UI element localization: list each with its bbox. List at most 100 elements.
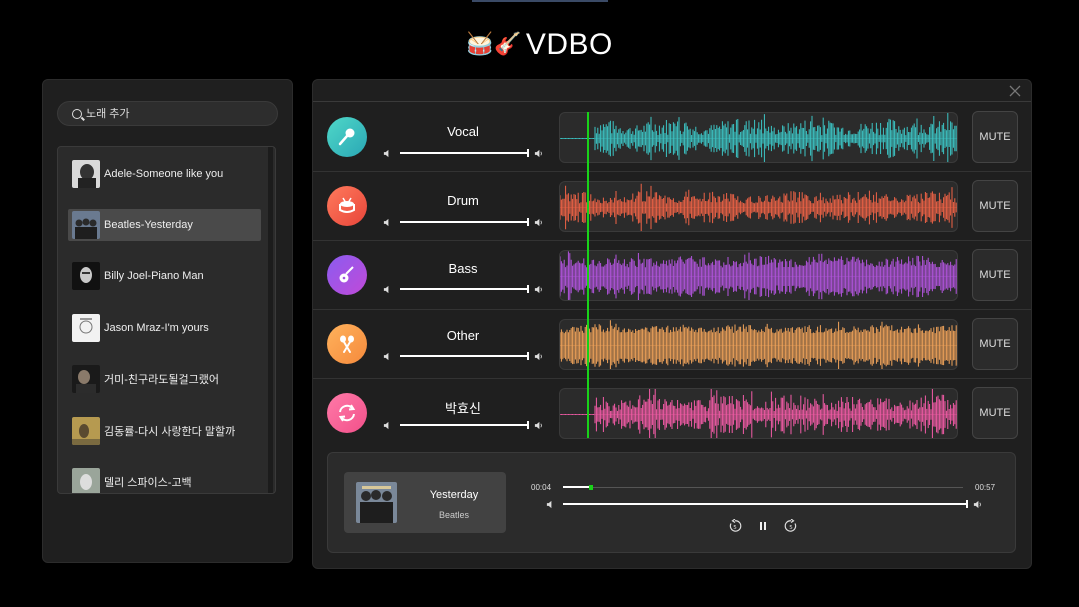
album-cover (72, 211, 100, 239)
mute-button-bass[interactable]: MUTE (972, 249, 1018, 301)
mixer-panel: Vocal MUTE Drum MUTE Bass MUTE Other MUT… (312, 79, 1032, 569)
app-logo: 🥁🎸 VDBO (0, 28, 1079, 62)
volume-low-icon (383, 352, 389, 360)
waveform-vocal[interactable] (559, 112, 958, 163)
song-item-billy-joel[interactable]: Billy Joel-Piano Man (68, 260, 261, 292)
search-icon (72, 108, 82, 119)
track-volume-slider[interactable] (383, 147, 543, 159)
track-volume-slider[interactable] (383, 216, 543, 228)
song-item-adele[interactable]: Adele-Someone like you (68, 158, 261, 190)
volume-thumb[interactable] (527, 218, 529, 226)
volume-high-icon (534, 149, 542, 157)
track-volume-slider[interactable] (383, 283, 543, 295)
progress-bar[interactable] (563, 485, 963, 490)
song-title: 거미-친구라도될걸그랬어 (104, 374, 219, 386)
waveform-bass[interactable] (559, 250, 958, 301)
mute-button-drum[interactable]: MUTE (972, 180, 1018, 232)
waveform-other[interactable] (559, 319, 958, 370)
song-list-scrollbar[interactable] (268, 147, 273, 493)
master-volume-slider[interactable] (546, 498, 982, 510)
song-item-kim-dong-ryul[interactable]: 김동률-다시 사랑한다 말할까 (68, 415, 261, 447)
waveform-custom-voice[interactable] (559, 388, 958, 439)
close-icon[interactable] (1009, 85, 1021, 97)
song-title: Beatles-Yesterday (104, 219, 193, 231)
forward-5-icon[interactable]: 5 (784, 519, 798, 533)
track-volume-slider[interactable] (383, 350, 543, 362)
track-name: Other (446, 328, 480, 343)
volume-thumb[interactable] (527, 149, 529, 157)
track-name: Drum (447, 193, 479, 208)
album-cover (72, 314, 100, 342)
mute-button-custom-voice[interactable]: MUTE (972, 387, 1018, 439)
waveform-path (560, 389, 957, 438)
song-item-deli-spice[interactable]: 델리 스파이스-고백 (68, 466, 261, 493)
microphone-icon (327, 117, 367, 157)
track-row-other: Other MUTE (313, 310, 1031, 379)
track-row-vocal: Vocal MUTE (313, 103, 1031, 172)
drum-icon (327, 186, 367, 226)
search-input[interactable] (86, 107, 266, 120)
now-playing-cover (356, 482, 397, 523)
volume-high-icon (534, 421, 542, 429)
song-title: 델리 스파이스-고백 (104, 477, 192, 489)
svg-text:5: 5 (733, 525, 737, 531)
panel-divider (313, 101, 1031, 102)
top-tab-indicator (472, 0, 608, 2)
drum-guitar-logo-icon: 🥁🎸 (466, 31, 522, 56)
player-bar: Yesterday Beatles 00:04 00:57 5 5 (327, 452, 1016, 553)
track-name: 박효신 (445, 401, 481, 416)
volume-high-icon (534, 218, 542, 226)
track-row-drum: Drum MUTE (313, 172, 1031, 241)
track-row-bass: Bass MUTE (313, 241, 1031, 310)
song-item-jason-mraz[interactable]: Jason Mraz-I'm yours (68, 312, 261, 344)
mute-button-other[interactable]: MUTE (972, 318, 1018, 370)
volume-high-icon (534, 285, 542, 293)
now-playing-card: Yesterday Beatles (344, 472, 506, 533)
song-title: Jason Mraz-I'm yours (104, 322, 209, 334)
progress-fill (563, 486, 591, 488)
pause-icon[interactable] (756, 519, 770, 533)
volume-high-icon (973, 500, 981, 508)
track-row-custom-voice: 박효신 MUTE (313, 379, 1031, 448)
volume-thumb[interactable] (527, 421, 529, 429)
refresh-icon (327, 393, 367, 433)
app-title: VDBO (525, 28, 613, 61)
song-title: Billy Joel-Piano Man (104, 270, 204, 282)
waveform-path (560, 251, 957, 300)
song-list: Adele-Someone like you Beatles-Yesterday… (57, 146, 276, 494)
song-item-beatles[interactable]: Beatles-Yesterday (68, 209, 261, 241)
now-playing-artist: Beatles (438, 510, 470, 520)
master-volume-thumb[interactable] (966, 500, 968, 508)
search-bar[interactable] (57, 101, 278, 126)
waveform-drum[interactable] (559, 181, 958, 232)
volume-low-icon (383, 421, 389, 429)
waveform-path (560, 113, 957, 162)
volume-low-icon (546, 500, 552, 508)
volume-high-icon (534, 352, 542, 360)
album-cover (72, 468, 100, 493)
progress-thumb[interactable] (589, 485, 593, 490)
song-title: 김동률-다시 사랑한다 말할까 (104, 426, 236, 438)
volume-thumb[interactable] (527, 352, 529, 360)
volume-low-icon (383, 285, 389, 293)
now-playing-title: Yesterday (429, 489, 479, 501)
svg-text:5: 5 (789, 525, 793, 531)
volume-thumb[interactable] (527, 285, 529, 293)
album-cover (72, 417, 100, 445)
rewind-5-icon[interactable]: 5 (728, 519, 742, 533)
album-cover (72, 160, 100, 188)
waveform-path (560, 183, 957, 231)
track-volume-slider[interactable] (383, 419, 543, 431)
volume-low-icon (383, 149, 389, 157)
track-name: Vocal (447, 124, 479, 139)
album-cover (72, 365, 100, 393)
volume-low-icon (383, 218, 389, 226)
playhead-line[interactable] (587, 112, 589, 438)
song-item-gummy[interactable]: 거미-친구라도될걸그랬어 (68, 363, 261, 395)
song-sidebar: Adele-Someone like you Beatles-Yesterday… (42, 79, 293, 563)
total-time: 00:57 (975, 483, 996, 492)
guitar-icon (327, 255, 367, 295)
mute-button-vocal[interactable]: MUTE (972, 111, 1018, 163)
track-name: Bass (448, 261, 478, 276)
waveform-path (560, 320, 957, 369)
